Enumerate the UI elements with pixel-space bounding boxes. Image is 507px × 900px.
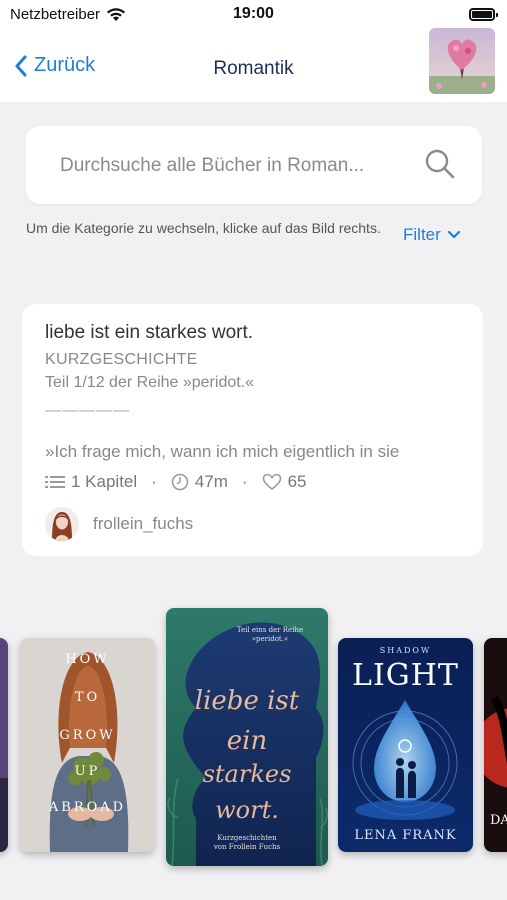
chevron-down-icon	[447, 230, 460, 239]
book-excerpt: »Ich frage mich, wann ich mich eigentlic…	[45, 442, 400, 461]
book-type: KURZGESCHICHTE	[45, 351, 198, 368]
filter-button[interactable]: Filter	[403, 225, 461, 245]
cover-title-line: HOW	[65, 652, 110, 667]
cover-title-line: starkes	[202, 760, 292, 788]
cover-title-line: ABROAD	[48, 800, 127, 815]
cover-title-line: wort.	[215, 796, 279, 824]
clock-icon	[171, 473, 189, 491]
book-cover-shadow-light[interactable]: SHADOW LIGHT LENA FRANK	[338, 638, 473, 852]
category-hint: Um die Kategorie zu wechseln, klicke auf…	[26, 220, 381, 236]
author-row[interactable]: frollein_fuchs	[45, 507, 193, 541]
heart-icon	[262, 473, 281, 490]
author-name: frollein_fuchs	[93, 514, 194, 533]
status-bar: Netzbetreiber 19:00	[0, 0, 507, 32]
cover-title-line: UP	[74, 764, 101, 779]
book-cover-partial-left[interactable]	[0, 638, 8, 852]
separator-dot: ·	[151, 472, 157, 491]
book-cover-liebe-ist-ein-starkes-wort[interactable]: Teil eins der Reihe »peridot.« liebe ist…	[166, 608, 328, 866]
cover-author: LENA FRANK	[354, 828, 457, 843]
cover-title: DA	[490, 813, 507, 828]
navigation-bar: Zurück Romantik	[0, 28, 507, 102]
cover-series: SHADOW	[379, 646, 432, 655]
chapter-count: 1 Kapitel	[71, 472, 138, 491]
book-card[interactable]: liebe ist ein starkes wort. KURZGESCHICH…	[22, 304, 483, 556]
cover-author-text: Kurzgeschichten von Frollein Fuchs	[213, 834, 281, 851]
like-count: 65	[287, 472, 307, 491]
book-cover-how-to-grow-up-abroad[interactable]: HOW TO GROW UP ABROAD	[20, 638, 155, 852]
search-bar[interactable]: Durchsuche alle Bücher in Roman...	[26, 126, 482, 204]
cover-title: LIGHT	[352, 658, 459, 693]
book-meta: 1 Kapitel · 47m · 65	[45, 472, 307, 492]
book-cover-partial-right[interactable]: DA	[484, 638, 507, 852]
search-input[interactable]: Durchsuche alle Bücher in Roman...	[60, 155, 364, 177]
book-series[interactable]: Teil 1/12 der Reihe »peridot.«	[45, 374, 254, 392]
cover-title-line: GROW	[59, 728, 116, 743]
divider: —————	[45, 402, 130, 419]
book-title: liebe ist ein starkes wort.	[45, 322, 254, 343]
cover-top-text: Teil eins der Reihe »peridot.«	[236, 626, 304, 643]
reading-time: 47m	[194, 472, 228, 491]
filter-label: Filter	[403, 225, 441, 244]
cover-title-line: ein	[226, 726, 268, 756]
separator-dot: ·	[241, 472, 248, 491]
category-image[interactable]	[429, 28, 495, 94]
cover-title-line: liebe ist	[194, 686, 300, 716]
cover-title-line: TO	[74, 690, 101, 705]
battery-icon	[469, 8, 498, 21]
avatar	[45, 507, 79, 541]
search-icon[interactable]	[424, 148, 456, 180]
clock: 19:00	[233, 5, 274, 22]
list-icon	[45, 476, 65, 488]
